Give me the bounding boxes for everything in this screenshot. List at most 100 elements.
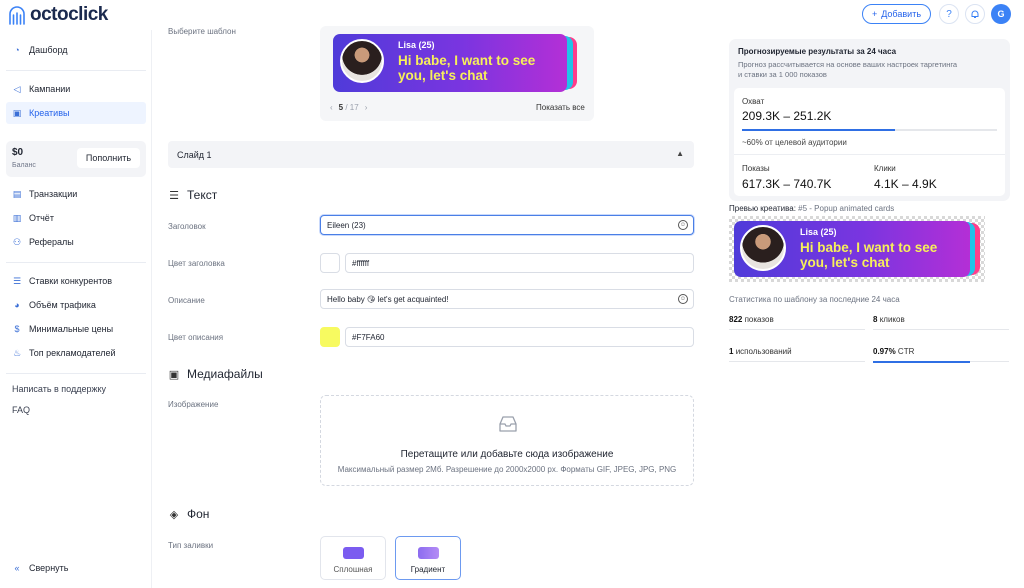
image-icon: ▣ [12,107,22,118]
sidebar-divider [6,70,146,71]
solid-swatch [343,547,364,559]
add-button[interactable]: + Добавить [862,4,931,24]
title-color-label: Цвет заголовка [168,259,225,268]
paint-bucket-icon: ◈ [169,508,179,521]
sidebar-item-report[interactable]: ▥ Отчёт [6,207,146,229]
sidebar-item-campaigns[interactable]: ◁ Кампании [6,78,146,100]
help-icon[interactable]: ? [939,4,959,24]
octopus-logo-icon [9,6,25,25]
title-color-swatch[interactable] [320,253,340,273]
fill-type-label: Тип заливки [168,541,214,550]
sidebar-item-dashboard[interactable]: ◔ Дашборд [6,39,146,61]
topup-button[interactable]: Пополнить [77,148,140,168]
sidebar-divider [6,373,146,374]
pie-chart-icon: ◔ [14,45,20,55]
add-button-label: Добавить [881,9,922,19]
ctr-bar-fill [873,361,970,363]
sidebar-item-referrals[interactable]: ⚇ Рефералы [6,231,146,253]
list-icon: ☰ [12,275,22,286]
balance-value: $0 [12,147,24,158]
stat-clicks: 8 кликов [873,315,905,324]
image-dropzone[interactable]: Перетащите или добавьте сюда изображение… [320,395,694,486]
transactions-icon: ▤ [12,188,22,199]
sidebar-item-label: Креативы [29,108,70,118]
sidebar-item-transactions[interactable]: ▤ Транзакции [6,183,146,205]
reach-label: Охват [742,97,765,106]
title-label: Заголовок [168,222,206,231]
logo[interactable]: octoclick [8,4,108,26]
pie-icon: ◕ [14,300,20,310]
avatar[interactable]: G [991,4,1011,24]
sidebar-item-min-prices[interactable]: $ Минимальные цены [6,318,146,340]
chevron-left-icon[interactable]: ‹ [330,103,333,112]
slide-accordion[interactable]: Слайд 1 ▲ [168,141,694,168]
referrals-icon: ⚇ [12,236,22,247]
forecast-title: Прогнозируемые результаты за 24 часа [738,47,897,56]
stat-divider [873,329,1009,330]
show-all-link[interactable]: Показать все [536,103,585,112]
sidebar-item-label: Транзакции [29,189,78,199]
description-input[interactable]: Hello baby 😘 let's get acquainted! ☺ [320,289,694,309]
logo-text: octoclick [30,4,108,25]
dropzone-subtitle: Максимальный размер 2Мб. Разрешение до 2… [337,465,677,474]
inbox-icon [499,416,517,432]
collapse-button[interactable]: « Свернуть [6,557,146,579]
stat-impressions: 822 показов [729,315,774,324]
stats-title: Статистика по шаблону за последние 24 ча… [729,295,900,304]
impressions-value: 617.3K – 740.7K [742,177,832,191]
reach-bar [742,129,997,131]
template-pager: ‹ 5 / 17 › [330,103,367,112]
banner-message: Hi babe, I want to see you, let's chat [398,53,536,84]
text-section-heading: ☰ Текст [169,188,218,202]
chevron-right-icon[interactable]: › [365,103,368,112]
reach-note: ~60% от целевой аудитории [742,138,847,147]
slide-title: Слайд 1 [177,150,212,160]
sidebar-item-creatives[interactable]: ▣ Креативы [6,102,146,124]
reach-value: 209.3K – 251.2K [742,109,832,123]
title-input[interactable]: Eileen (23) ☺ [320,215,694,235]
pager-current: 5 [338,103,344,112]
banner-photo [740,225,786,271]
description-color-swatch[interactable] [320,327,340,347]
reach-bar-fill [742,129,895,131]
fill-option-label: Градиент [410,565,446,574]
media-section-heading: ▣ Медиафайлы [168,367,263,381]
emoji-icon[interactable]: ☺ [678,220,688,230]
sidebar-divider [6,262,146,263]
sidebar-item-top-advertisers[interactable]: ♨ Топ рекламодателей [6,342,146,364]
fill-option-solid[interactable]: Сплошная [320,536,386,580]
sidebar-item-competitor-bids[interactable]: ☰ Ставки конкурентов [6,270,146,292]
template-picker: Lisa (25) Hi babe, I want to see you, le… [320,26,594,121]
description-color-input[interactable]: #F7FA60 [345,327,694,347]
fill-option-gradient[interactable]: Градиент [395,536,461,580]
title-color-input[interactable]: #ffffff [345,253,694,273]
support-link[interactable]: Написать в поддержку [12,384,106,394]
sidebar-item-label: Объём трафика [29,300,96,310]
preview-template-name: #5 - Popup animated cards [798,204,895,213]
right-panel: Прогнозируемые результаты за 24 часа Про… [728,30,1024,588]
coin-icon: $ [14,324,20,334]
stat-ctr: 0.97% CTR [873,347,915,356]
sidebar-item-label: Топ рекламодателей [29,348,116,358]
sidebar-item-label: Отчёт [29,213,54,223]
stat-divider [729,329,865,330]
sidebar: ◔ Дашборд ◁ Кампании ▣ Креативы $0 Балан… [0,30,152,588]
forecast-subtitle: Прогноз рассчитывается на основе ваших н… [738,60,958,80]
banner-photo [340,39,384,83]
sidebar-item-traffic-volume[interactable]: ◕ Объём трафика [6,294,146,316]
emoji-icon[interactable]: ☺ [678,294,688,304]
banner-name: Lisa (25) [398,40,435,50]
balance-card: $0 Баланс Пополнить [6,141,146,177]
bell-icon[interactable] [965,4,985,24]
text-align-icon: ☰ [169,189,179,202]
preview-canvas: Lisa (25) Hi babe, I want to see you, le… [729,216,985,282]
chevron-up-icon: ▲ [676,149,684,158]
image-label: Изображение [168,400,219,409]
fire-icon: ♨ [12,347,22,358]
sidebar-item-label: Рефералы [29,237,74,247]
faq-link[interactable]: FAQ [12,405,30,415]
preview-title: Превью креатива: #5 - Popup animated car… [729,204,895,213]
background-section-heading: ◈ Фон [169,507,210,521]
template-banner[interactable]: Lisa (25) Hi babe, I want to see you, le… [333,34,577,92]
description-color-label: Цвет описания [168,333,224,342]
